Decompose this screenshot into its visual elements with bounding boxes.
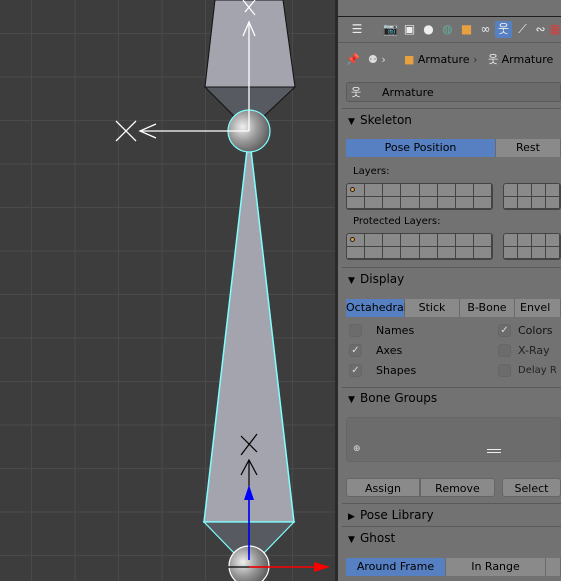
around-frame-button[interactable]: Around Frame	[346, 558, 446, 576]
envelope-button[interactable]: Envel	[515, 299, 561, 317]
delay-refresh-checkbox[interactable]: Delay R	[498, 364, 557, 377]
expand-down-icon: ▼	[348, 395, 355, 405]
breadcrumb-object: ■ Armature ›	[404, 53, 478, 66]
ghost-title: Ghost	[360, 531, 396, 545]
ghost-panel-header[interactable]: ▼ Ghost	[348, 528, 395, 548]
layer-used-icon	[350, 237, 355, 242]
names-label: Names	[376, 324, 415, 337]
pin-icon[interactable]: 📌	[346, 50, 360, 70]
properties-editor: ☰ 📷 ▣ ● ◍ ■ ∞ 웃 ⟋ ∾ ▦ 📌 ⚉ › ■ Armature ›…	[335, 0, 561, 581]
stick-button[interactable]: Stick	[405, 299, 460, 317]
layers-label: Layers:	[353, 166, 390, 177]
layer-used-icon	[350, 187, 355, 192]
3d-viewport[interactable]	[0, 0, 335, 581]
axes-checkbox[interactable]: ✓ Axes	[349, 344, 402, 357]
axes-label: Axes	[376, 344, 403, 357]
octahedral-button[interactable]: Octahedral	[346, 299, 407, 317]
object-tab-icon[interactable]: ■	[458, 21, 475, 38]
display-title: Display	[360, 272, 405, 286]
rest-position-button[interactable]: Rest	[496, 139, 561, 157]
constraints-tab-icon[interactable]: ∞	[477, 21, 494, 38]
layers-grid-2[interactable]	[503, 183, 561, 210]
expand-right-icon: ▶	[348, 512, 355, 522]
checkbox-unchecked[interactable]	[498, 364, 511, 377]
display-panel-header[interactable]: ▼ Display	[348, 269, 404, 289]
remove-button[interactable]: Remove	[420, 478, 495, 497]
expand-down-icon: ▼	[348, 276, 355, 286]
armature-data-tab-icon[interactable]: 웃	[495, 21, 512, 38]
resize-handle-icon[interactable]	[487, 449, 501, 453]
properties-tabs: ☰ 📷 ▣ ● ◍ ■ ∞ 웃 ⟋ ∾ ▦	[338, 18, 561, 43]
bone-group-assign-remove: Assign Remove	[346, 478, 495, 497]
bone-constraints-tab-icon[interactable]: ∾	[532, 21, 549, 38]
in-range-button[interactable]: In Range	[446, 558, 546, 576]
ghost-type-selector: Around Frame In Range	[346, 558, 561, 576]
divider	[342, 108, 561, 109]
x-ray-checkbox[interactable]: X-Ray	[498, 344, 550, 357]
area-split-strip	[338, 0, 561, 17]
texture-tab-icon[interactable]: ▦	[549, 21, 561, 38]
select-button[interactable]: Select	[502, 478, 561, 497]
x-ray-label: X-Ray	[518, 344, 550, 357]
divider	[342, 267, 561, 268]
skeleton-title: Skeleton	[360, 113, 412, 127]
divider	[342, 503, 561, 504]
ghost-mode-3-button[interactable]	[546, 558, 561, 576]
render-layers-tab-icon[interactable]: ▣	[401, 21, 418, 38]
armature-datablock-field[interactable]: 웃 Armature	[346, 82, 561, 102]
layers-grid-1[interactable]	[346, 183, 493, 210]
render-tab-icon[interactable]: 📷	[382, 21, 399, 38]
expand-down-icon: ▼	[348, 535, 355, 545]
bone-groups-title: Bone Groups	[360, 391, 438, 405]
colors-label: Colors	[518, 324, 553, 337]
b-bone-button[interactable]: B-Bone	[460, 299, 515, 317]
pose-library-title: Pose Library	[360, 508, 434, 522]
delay-refresh-label: Delay R	[518, 365, 557, 376]
shapes-checkbox[interactable]: ✓ Shapes	[349, 364, 416, 377]
protected-layers-grid-1[interactable]	[346, 233, 493, 260]
display-mode-selector: Octahedral Stick B-Bone Envel	[346, 299, 561, 317]
bone-groups-panel-header[interactable]: ▼ Bone Groups	[348, 388, 437, 408]
checkmark-icon[interactable]: ✓	[498, 324, 511, 337]
breadcrumb-armature: 웃 Armature	[488, 50, 553, 70]
scene-objects-icon: ⚉ ›	[368, 53, 386, 66]
divider	[342, 526, 561, 527]
bone-tab-icon[interactable]: ⟋	[514, 21, 531, 38]
pose-position-button[interactable]: Pose Position	[346, 139, 496, 157]
checkmark-icon[interactable]: ✓	[349, 364, 362, 377]
bone-groups-list[interactable]: ⊕	[346, 417, 561, 462]
pose-rest-toggle: Pose Position Rest	[346, 139, 561, 157]
upper-bone[interactable]	[203, 0, 297, 119]
protected-layers-grid-2[interactable]	[503, 233, 561, 260]
scene-tab-icon[interactable]: ●	[420, 21, 437, 38]
shapes-label: Shapes	[376, 364, 417, 377]
breadcrumb-armature-label: Armature	[501, 53, 554, 66]
object-icon: ■	[404, 53, 415, 66]
assign-button[interactable]: Assign	[346, 478, 420, 497]
checkbox-unchecked[interactable]	[349, 324, 362, 337]
pose-library-panel-header[interactable]: ▶ Pose Library	[348, 505, 434, 525]
armature-browse-icon[interactable]: 웃	[351, 84, 361, 100]
add-icon[interactable]: ⊕	[353, 444, 361, 454]
x-axis-arrow-icon	[314, 562, 330, 572]
checkbox-unchecked[interactable]	[498, 344, 511, 357]
expand-down-icon: ▼	[348, 117, 355, 127]
names-checkbox[interactable]: Names	[349, 324, 414, 337]
checkmark-icon[interactable]: ✓	[349, 344, 362, 357]
colors-checkbox[interactable]: ✓ Colors	[498, 324, 552, 337]
armature-icon: 웃	[488, 53, 499, 66]
skeleton-panel-header[interactable]: ▼ Skeleton	[348, 110, 412, 130]
editor-type-icon[interactable]: ☰	[346, 21, 368, 38]
protected-layers-label: Protected Layers:	[353, 216, 441, 227]
world-tab-icon[interactable]: ◍	[439, 21, 456, 38]
breadcrumb-object-label: Armature	[417, 53, 470, 66]
armature-view	[115, 0, 330, 581]
datablock-name[interactable]: Armature	[382, 86, 434, 99]
